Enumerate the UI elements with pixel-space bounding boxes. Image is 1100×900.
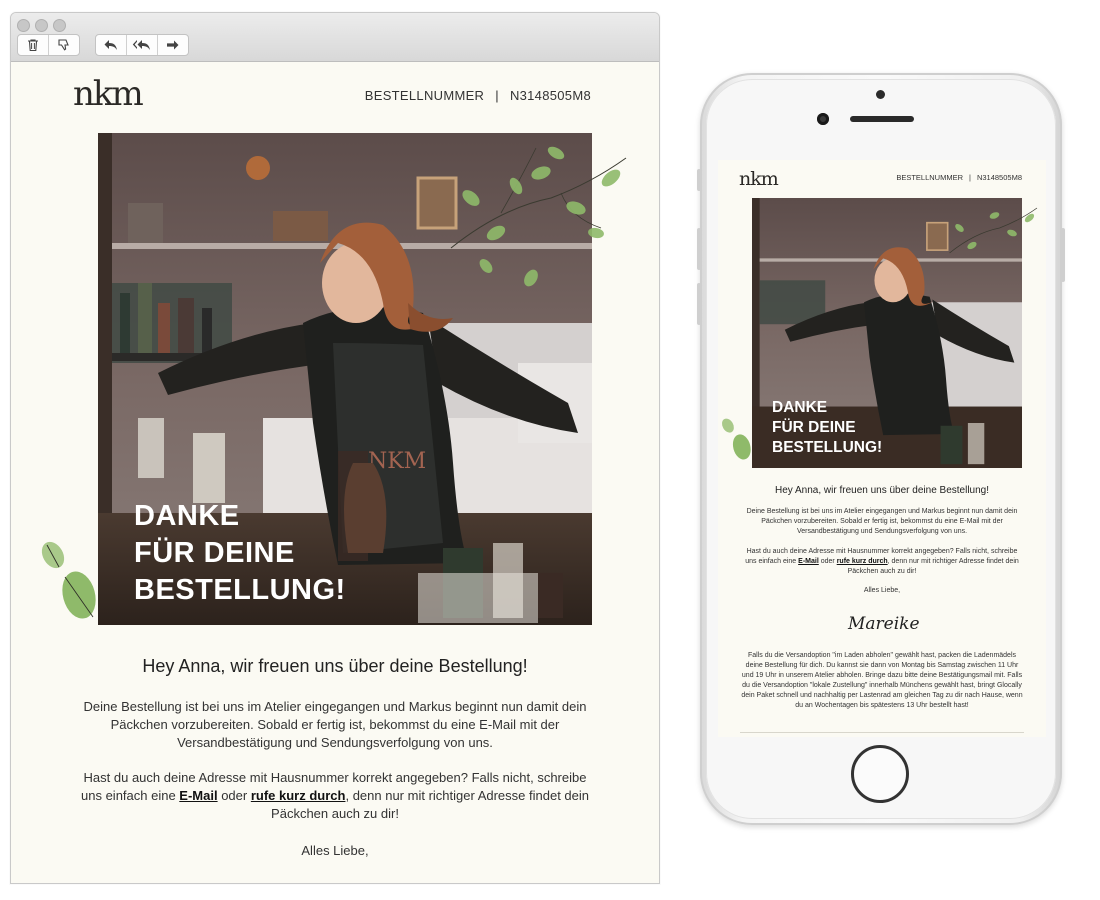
order-number-line: BESTELLNUMMER | N3148505M8 [896,173,1022,182]
zoom-window-button[interactable] [53,19,66,32]
reply-all-icon [132,40,150,50]
volume-down-button [697,283,701,325]
closing-text: Alles Liebe, [863,587,901,594]
order-number-label: BESTELLNUMMER [896,173,963,182]
leaf-branch-illustration [450,146,627,287]
hero-headline: DANKE FÜR DEINE BESTELLUNG! [772,399,883,456]
order-number-value: N3148505M8 [976,173,1022,182]
brand-logo: nkm [73,75,146,114]
mobile-email-body: nkm BESTELLNUMMER | N3148505M8 DANKE FÜR… [718,160,1046,737]
delete-button[interactable] [18,35,48,55]
toolbar-group-manage [17,34,80,56]
leaf-branch-illustration [949,207,1038,254]
email-link[interactable]: E-Mail [179,788,217,803]
forward-button[interactable] [158,35,188,55]
email-body: nkm BESTELLNUMMER | N3148505M8 NKM DANKE… [11,62,659,883]
front-camera [817,113,829,125]
reply-button[interactable] [96,35,126,55]
order-number-label: BESTELLNUMMER [364,88,485,103]
toolbar-group-reply [95,34,189,56]
order-separator: | [969,173,971,182]
footer-divider [740,732,1024,733]
email-link[interactable]: E-Mail [798,558,819,565]
mute-switch [697,169,701,191]
power-button [1061,228,1065,282]
reply-all-button[interactable] [127,35,157,55]
address-check-paragraph: Hast du auch deine Adresse mit Hausnumme… [745,548,1019,575]
svg-text:nkm: nkm [73,75,144,114]
greeting-heading: Hey Anna, wir freuen uns über deine Best… [774,485,990,496]
order-received-paragraph: Deine Bestellung ist bei uns im Atelier … [746,508,1018,535]
greeting-heading: Hey Anna, wir freuen uns über deine Best… [142,656,528,676]
junk-button[interactable] [49,35,79,55]
volume-up-button [697,228,701,270]
forward-icon [167,40,179,50]
earpiece-speaker [850,116,914,122]
closing-text: Alles Liebe, [301,843,369,858]
order-number-value: N3148505M8 [509,88,591,103]
reply-icon [104,40,117,50]
call-link[interactable]: rufe kurz durch [837,558,888,565]
pickup-delivery-paragraph: Falls du die Versandoption "im Laden abh… [741,652,1023,709]
hero-headline: DANKE FÜR DEINE BESTELLUNG! [134,500,346,606]
front-camera-dot [876,90,885,99]
call-link[interactable]: rufe kurz durch [251,788,346,803]
mail-window: nkm BESTELLNUMMER | N3148505M8 NKM DANKE… [10,12,660,884]
brand-logo: nkm [739,168,780,190]
leaf-illustration-left [41,541,96,619]
home-button[interactable] [851,745,909,803]
leaf-illustration-left [721,418,751,460]
handwritten-signature: Mareike [847,614,920,634]
close-window-button[interactable] [17,19,30,32]
address-check-paragraph: Hast du auch deine Adresse mit Hausnumme… [81,770,589,821]
mail-toolbar [11,13,659,62]
order-received-paragraph: Deine Bestellung ist bei uns im Atelier … [83,699,587,750]
order-number-line: BESTELLNUMMER | N3148505M8 [365,88,591,103]
svg-text:nkm: nkm [739,168,779,190]
thumbs-down-icon [58,39,69,51]
trash-icon [28,39,38,52]
order-separator: | [495,88,499,103]
svg-text:Mareike: Mareike [847,614,920,634]
minimize-window-button[interactable] [35,19,48,32]
